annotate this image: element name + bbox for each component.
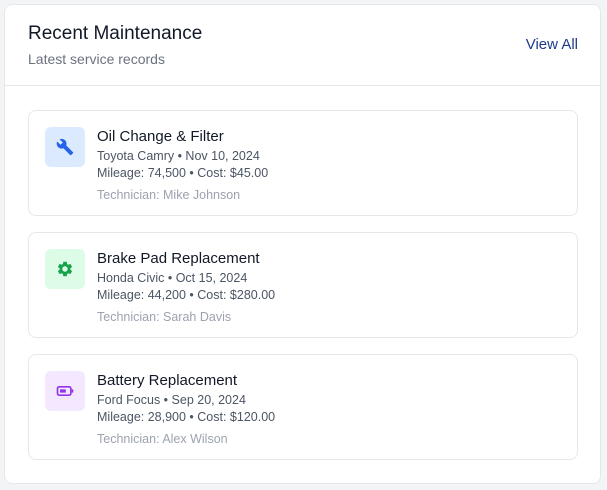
maintenance-record-list: Oil Change & Filter Toyota Camry • Nov 1… bbox=[28, 110, 578, 476]
recent-maintenance-card: Recent Maintenance Latest service record… bbox=[4, 4, 601, 484]
record-icon-box bbox=[45, 127, 85, 167]
record-icon-box bbox=[45, 249, 85, 289]
record-details: Battery Replacement Ford Focus • Sep 20,… bbox=[97, 371, 275, 448]
record-mileage-cost: Mileage: 28,900 • Cost: $120.00 bbox=[97, 410, 276, 424]
battery-icon bbox=[55, 381, 75, 401]
maintenance-record[interactable]: Brake Pad Replacement Honda Civic • Oct … bbox=[28, 232, 578, 338]
card-subtitle: Latest service records bbox=[28, 51, 165, 67]
record-technician: Technician: Alex Wilson bbox=[97, 432, 228, 446]
record-vehicle-date: Ford Focus • Sep 20, 2024 bbox=[97, 393, 246, 407]
card-title: Recent Maintenance bbox=[28, 23, 203, 44]
record-details: Oil Change & Filter Toyota Camry • Nov 1… bbox=[97, 127, 268, 204]
record-technician: Technician: Sarah Davis bbox=[97, 310, 232, 324]
record-title: Brake Pad Replacement bbox=[97, 250, 260, 267]
record-vehicle-date: Toyota Camry • Nov 10, 2024 bbox=[97, 149, 260, 163]
record-details: Brake Pad Replacement Honda Civic • Oct … bbox=[97, 249, 275, 326]
record-vehicle-date: Honda Civic • Oct 15, 2024 bbox=[97, 271, 248, 285]
wrench-icon bbox=[56, 138, 74, 156]
card-header: Recent Maintenance Latest service record… bbox=[5, 5, 600, 86]
gear-icon bbox=[56, 260, 74, 278]
record-mileage-cost: Mileage: 44,200 • Cost: $280.00 bbox=[97, 288, 276, 302]
record-icon-box bbox=[45, 371, 85, 411]
record-title: Oil Change & Filter bbox=[97, 128, 224, 145]
view-all-link[interactable]: View All bbox=[526, 36, 578, 53]
maintenance-record[interactable]: Oil Change & Filter Toyota Camry • Nov 1… bbox=[28, 110, 578, 216]
record-title: Battery Replacement bbox=[97, 372, 238, 389]
maintenance-record[interactable]: Battery Replacement Ford Focus • Sep 20,… bbox=[28, 354, 578, 460]
record-technician: Technician: Mike Johnson bbox=[97, 188, 241, 202]
record-mileage-cost: Mileage: 74,500 • Cost: $45.00 bbox=[97, 166, 269, 180]
